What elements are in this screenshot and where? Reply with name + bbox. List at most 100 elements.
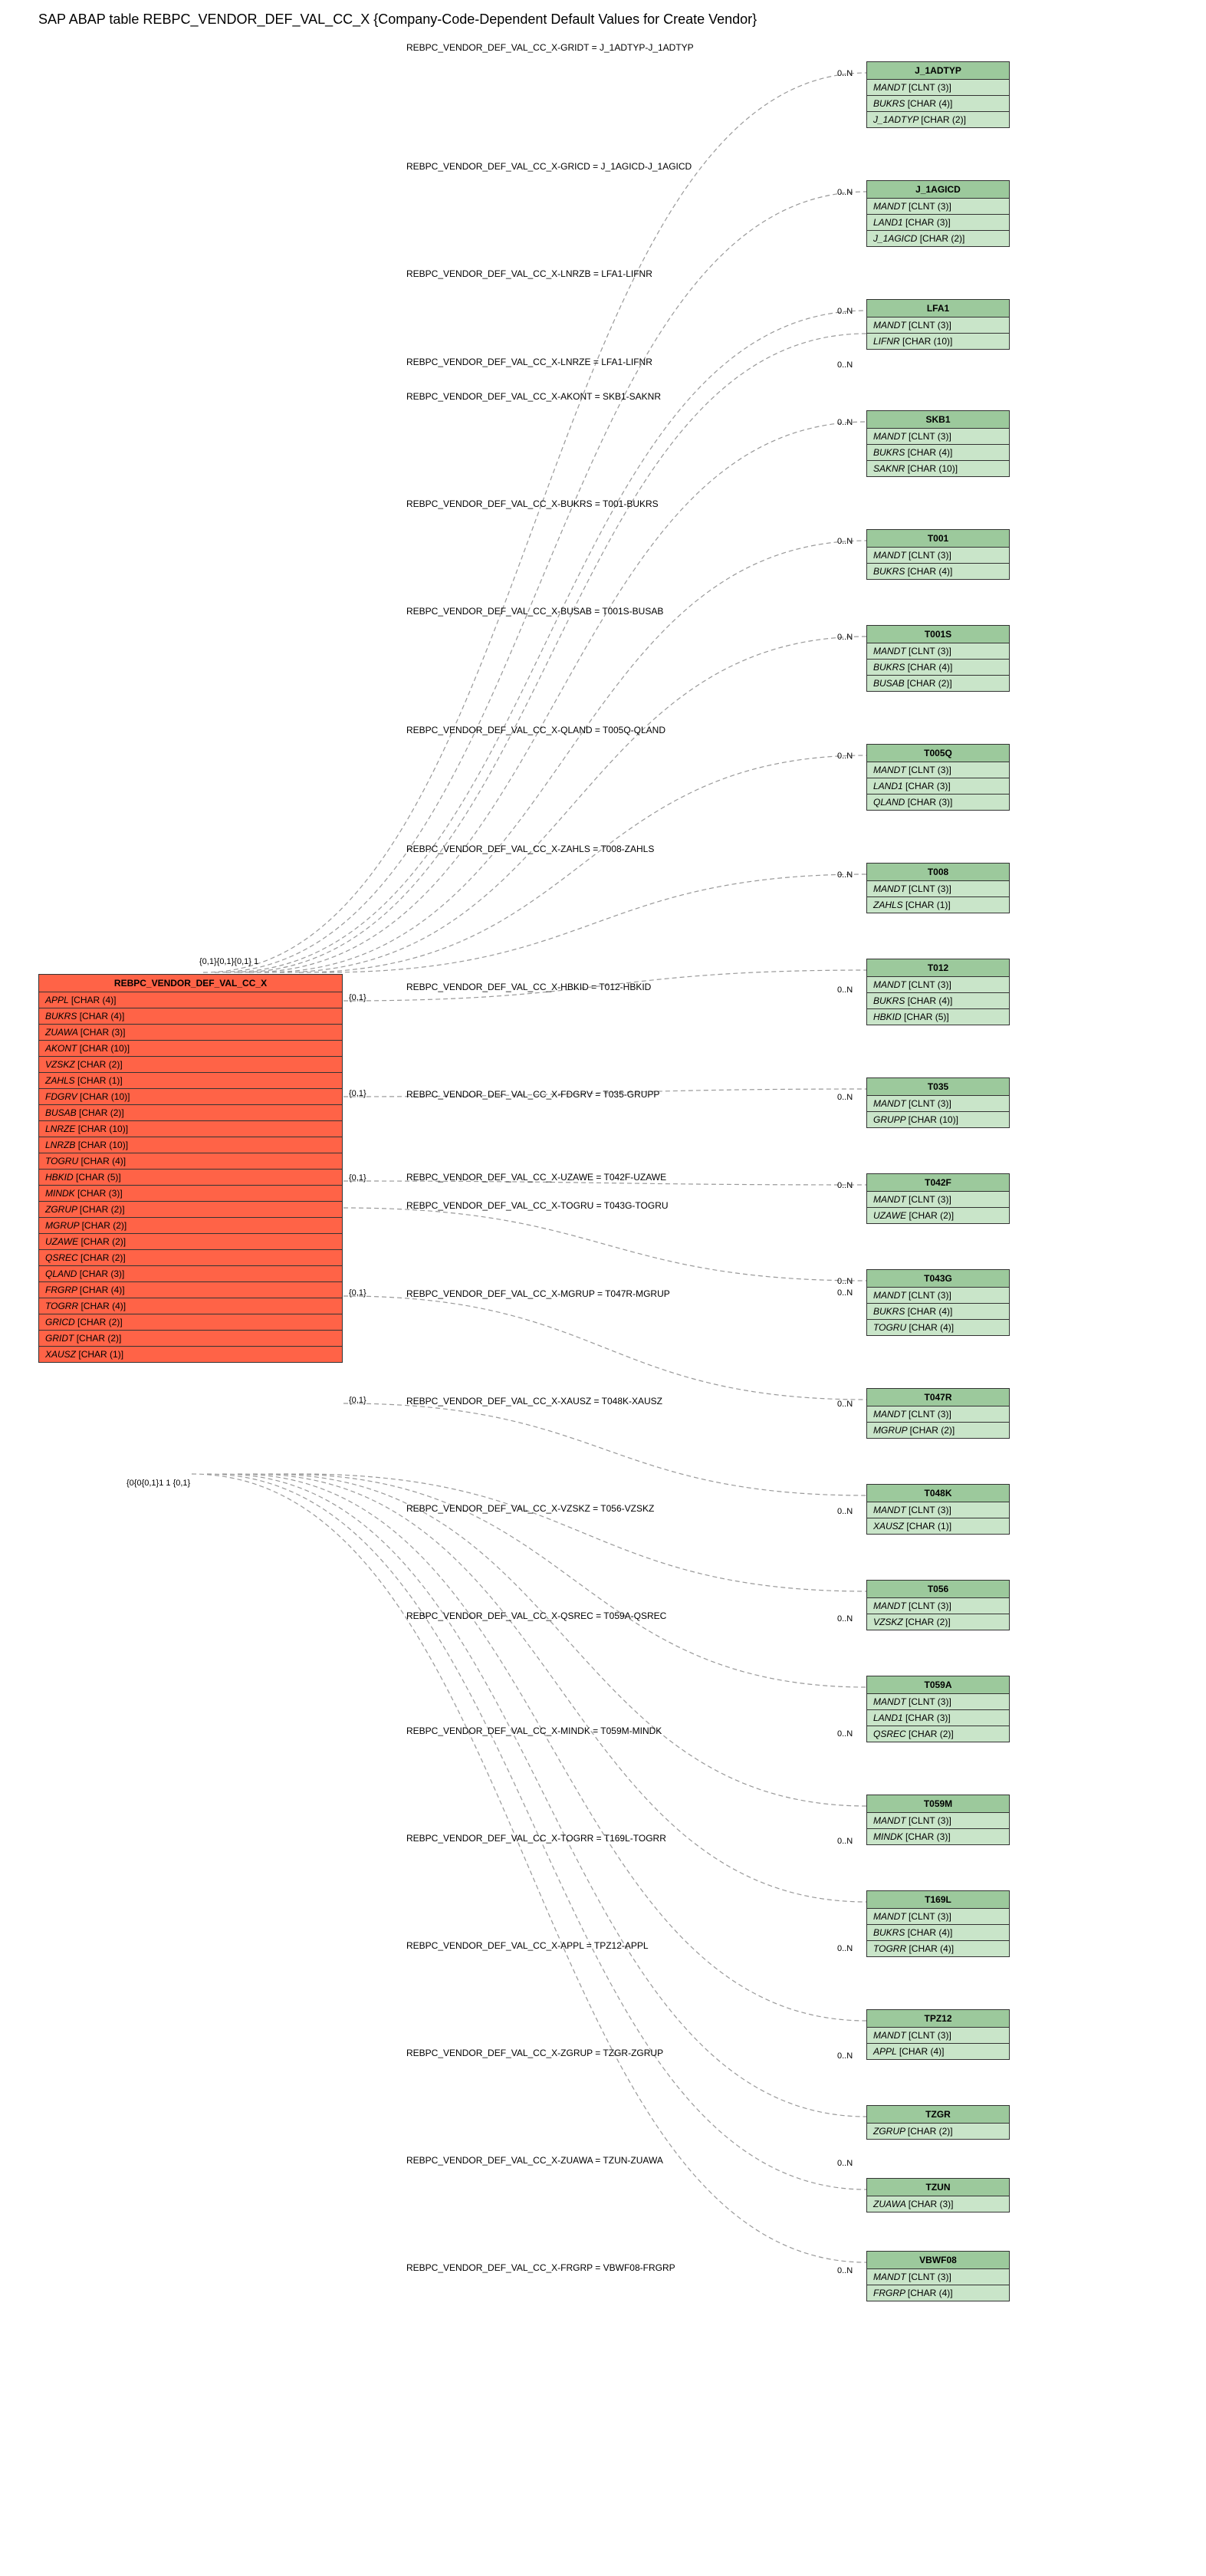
main-field: AKONT [CHAR (10)]: [39, 1041, 342, 1057]
ref-field: BUKRS [CHAR (4)]: [867, 1925, 1009, 1941]
ref-field: MANDT [CLNT (3)]: [867, 762, 1009, 778]
src-cardinality: {0,1}: [349, 1396, 366, 1405]
ref-table-header: VBWF08: [867, 2252, 1009, 2269]
dst-cardinality: 0..N: [837, 1614, 853, 1624]
ref-table-VBWF08: VBWF08MANDT [CLNT (3)]FRGRP [CHAR (4)]: [866, 2251, 1010, 2301]
rel-label: REBPC_VENDOR_DEF_VAL_CC_X-BUKRS = T001-B…: [406, 498, 659, 509]
ref-field: ZUAWA [CHAR (3)]: [867, 2196, 1009, 2212]
main-field: GRICD [CHAR (2)]: [39, 1314, 342, 1331]
ref-table-header: TPZ12: [867, 2010, 1009, 2028]
main-field: ZGRUP [CHAR (2)]: [39, 1202, 342, 1218]
ref-field: MANDT [CLNT (3)]: [867, 1813, 1009, 1829]
ref-table-header: T056: [867, 1581, 1009, 1598]
ref-table-header: T047R: [867, 1389, 1009, 1406]
ref-field: APPL [CHAR (4)]: [867, 2044, 1009, 2059]
ref-field: MANDT [CLNT (3)]: [867, 429, 1009, 445]
main-field: BUKRS [CHAR (4)]: [39, 1008, 342, 1025]
ref-field: TOGRR [CHAR (4)]: [867, 1941, 1009, 1956]
ref-table-SKB1: SKB1MANDT [CLNT (3)]BUKRS [CHAR (4)]SAKN…: [866, 410, 1010, 477]
rel-label: REBPC_VENDOR_DEF_VAL_CC_X-GRICD = J_1AGI…: [406, 161, 692, 172]
ref-table-T005Q: T005QMANDT [CLNT (3)]LAND1 [CHAR (3)]QLA…: [866, 744, 1010, 811]
ref-table-T001S: T001SMANDT [CLNT (3)]BUKRS [CHAR (4)]BUS…: [866, 625, 1010, 692]
dst-cardinality: 0..N: [837, 1507, 853, 1516]
ref-table-J_1ADTYP: J_1ADTYPMANDT [CLNT (3)]BUKRS [CHAR (4)]…: [866, 61, 1010, 128]
ref-field: ZGRUP [CHAR (2)]: [867, 2124, 1009, 2139]
ref-field: MANDT [CLNT (3)]: [867, 2269, 1009, 2285]
main-field: HBKID [CHAR (5)]: [39, 1170, 342, 1186]
ref-field: LAND1 [CHAR (3)]: [867, 1710, 1009, 1726]
ref-field: TOGRU [CHAR (4)]: [867, 1320, 1009, 1335]
diagram-title: SAP ABAP table REBPC_VENDOR_DEF_VAL_CC_X…: [38, 12, 757, 28]
main-field: TOGRU [CHAR (4)]: [39, 1153, 342, 1170]
rel-label: REBPC_VENDOR_DEF_VAL_CC_X-VZSKZ = T056-V…: [406, 1503, 654, 1514]
dst-cardinality: 0..N: [837, 537, 853, 546]
ref-field: HBKID [CHAR (5)]: [867, 1009, 1009, 1025]
src-cardinality: {0,1}: [349, 1173, 366, 1183]
ref-field: MANDT [CLNT (3)]: [867, 977, 1009, 993]
dst-cardinality: 0..N: [837, 985, 853, 995]
dst-cardinality: 0..N: [837, 1181, 853, 1190]
ref-table-header: T169L: [867, 1891, 1009, 1909]
ref-table-header: TZGR: [867, 2106, 1009, 2124]
rel-label: REBPC_VENDOR_DEF_VAL_CC_X-QLAND = T005Q-…: [406, 725, 665, 735]
rel-label: REBPC_VENDOR_DEF_VAL_CC_X-FDGRV = T035-G…: [406, 1089, 659, 1100]
rel-label: REBPC_VENDOR_DEF_VAL_CC_X-APPL = TPZ12-A…: [406, 1940, 649, 1951]
rel-label: REBPC_VENDOR_DEF_VAL_CC_X-TOGRR = T169L-…: [406, 1833, 666, 1844]
ref-table-header: T008: [867, 864, 1009, 881]
main-field: MINDK [CHAR (3)]: [39, 1186, 342, 1202]
dst-cardinality: 0..N: [837, 2266, 853, 2275]
ref-table-T008: T008MANDT [CLNT (3)]ZAHLS [CHAR (1)]: [866, 863, 1010, 913]
ref-field: MANDT [CLNT (3)]: [867, 1909, 1009, 1925]
ref-field: MANDT [CLNT (3)]: [867, 1288, 1009, 1304]
rel-label: REBPC_VENDOR_DEF_VAL_CC_X-MINDK = T059M-…: [406, 1726, 662, 1736]
rel-label: REBPC_VENDOR_DEF_VAL_CC_X-XAUSZ = T048K-…: [406, 1396, 662, 1406]
rel-label: REBPC_VENDOR_DEF_VAL_CC_X-MGRUP = T047R-…: [406, 1288, 670, 1299]
src-cardinality: {0,1}: [349, 1288, 366, 1298]
dst-cardinality: 0..N: [837, 633, 853, 642]
src-cards-bottom: {0{0{0,1}1 1 {0,1}: [127, 1479, 190, 1488]
src-cards-top: {0,1}{0,1}{0,1} 1: [199, 957, 258, 966]
ref-field: BUKRS [CHAR (4)]: [867, 660, 1009, 676]
main-field: XAUSZ [CHAR (1)]: [39, 1347, 342, 1362]
main-field: QSREC [CHAR (2)]: [39, 1250, 342, 1266]
main-field: GRIDT [CHAR (2)]: [39, 1331, 342, 1347]
ref-field: MANDT [CLNT (3)]: [867, 2028, 1009, 2044]
ref-table-header: LFA1: [867, 300, 1009, 317]
main-table: REBPC_VENDOR_DEF_VAL_CC_X APPL [CHAR (4)…: [38, 974, 343, 1363]
dst-cardinality: 0..N: [837, 2159, 853, 2168]
ref-table-header: J_1ADTYP: [867, 62, 1009, 80]
ref-field: MANDT [CLNT (3)]: [867, 1096, 1009, 1112]
ref-field: MGRUP [CHAR (2)]: [867, 1423, 1009, 1438]
ref-field: VZSKZ [CHAR (2)]: [867, 1614, 1009, 1630]
dst-cardinality: 0..N: [837, 2051, 853, 2061]
ref-table-header: T001S: [867, 626, 1009, 643]
ref-table-header: SKB1: [867, 411, 1009, 429]
main-field: APPL [CHAR (4)]: [39, 992, 342, 1008]
ref-field: MANDT [CLNT (3)]: [867, 1406, 1009, 1423]
ref-field: MANDT [CLNT (3)]: [867, 199, 1009, 215]
ref-field: BUKRS [CHAR (4)]: [867, 96, 1009, 112]
ref-field: QLAND [CHAR (3)]: [867, 795, 1009, 810]
ref-field: LAND1 [CHAR (3)]: [867, 778, 1009, 795]
ref-field: XAUSZ [CHAR (1)]: [867, 1518, 1009, 1534]
dst-cardinality: 0..N: [837, 1288, 853, 1298]
ref-table-T056: T056MANDT [CLNT (3)]VZSKZ [CHAR (2)]: [866, 1580, 1010, 1630]
ref-field: MANDT [CLNT (3)]: [867, 643, 1009, 660]
dst-cardinality: 0..N: [837, 360, 853, 370]
ref-field: BUKRS [CHAR (4)]: [867, 993, 1009, 1009]
ref-table-T059M: T059MMANDT [CLNT (3)]MINDK [CHAR (3)]: [866, 1795, 1010, 1845]
ref-field: BUKRS [CHAR (4)]: [867, 1304, 1009, 1320]
ref-table-header: TZUN: [867, 2179, 1009, 2196]
ref-table-TPZ12: TPZ12MANDT [CLNT (3)]APPL [CHAR (4)]: [866, 2009, 1010, 2060]
ref-field: MANDT [CLNT (3)]: [867, 881, 1009, 897]
ref-field: MANDT [CLNT (3)]: [867, 548, 1009, 564]
main-field: TOGRR [CHAR (4)]: [39, 1298, 342, 1314]
rel-label: REBPC_VENDOR_DEF_VAL_CC_X-ZAHLS = T008-Z…: [406, 844, 654, 854]
ref-table-header: J_1AGICD: [867, 181, 1009, 199]
ref-field: J_1ADTYP [CHAR (2)]: [867, 112, 1009, 127]
main-field: ZAHLS [CHAR (1)]: [39, 1073, 342, 1089]
dst-cardinality: 0..N: [837, 752, 853, 761]
main-field: VZSKZ [CHAR (2)]: [39, 1057, 342, 1073]
ref-table-TZUN: TZUNZUAWA [CHAR (3)]: [866, 2178, 1010, 2212]
dst-cardinality: 0..N: [837, 1277, 853, 1286]
